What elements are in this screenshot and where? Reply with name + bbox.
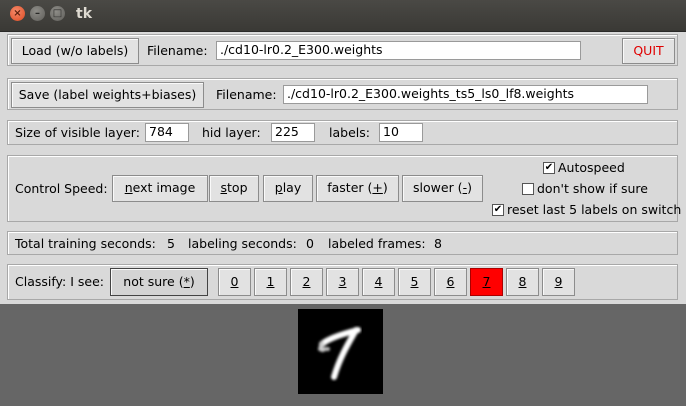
autospeed-label: Autospeed [558,160,625,175]
labeling-seconds-value: 0 [306,236,314,251]
slower-end: ) [467,180,472,195]
digit-label: 5 [410,274,419,289]
load-button[interactable]: Load (w/o labels) [11,38,139,64]
digit-label: 8 [518,274,527,289]
quit-button[interactable]: QUIT [622,38,675,64]
next-hotkey: n [124,180,133,195]
labels-input[interactable]: 10 [379,123,423,142]
not-sure-text: not sure ( [123,274,184,289]
digit-label: 9 [554,274,563,289]
labeling-seconds-label: labeling seconds: [188,236,297,251]
save-filename-input[interactable]: ./cd10-lr0.2_E300.weights_ts5_ls0_lf8.we… [283,85,648,104]
faster-hotkey: + [372,180,383,195]
autospeed-checkbox[interactable]: ✔ [543,162,555,174]
window-maximize-icon[interactable]: □ [50,6,65,21]
stats-frame: Total training seconds: 5 labeling secon… [7,231,678,255]
speed-frame: Control Speed: next image stop play fast… [7,155,682,222]
load-frame: Load (w/o labels) Filename: ./cd10-lr0.2… [7,34,678,66]
digit-label: 0 [230,274,239,289]
digit-button-8[interactable]: 8 [506,268,539,296]
dont-show-checkbox[interactable] [522,183,534,195]
window-title: tk [76,6,93,22]
load-filename-label: Filename: [147,43,208,58]
window-close-icon[interactable]: × [10,6,25,21]
hid-layer-label: hid layer: [202,125,261,140]
classify-frame: Classify: I see: not sure (*) 0 1 2 3 4 5 6 7 8 9 [7,264,678,300]
digit-button-1[interactable]: 1 [254,268,287,296]
reset-labels-label: reset last 5 labels on switch [507,202,682,217]
labels-label: labels: [329,125,370,140]
stop-text: top [227,180,248,195]
digit-button-0[interactable]: 0 [218,268,251,296]
digit-label: 1 [266,274,275,289]
play-hotkey: p [274,180,283,195]
digit-button-9[interactable]: 9 [542,268,575,296]
digit-label: 2 [302,274,311,289]
play-text: lay [282,180,302,195]
hid-layer-input[interactable]: 225 [271,123,315,142]
save-button[interactable]: Save (label weights+biases) [11,82,204,108]
digit-label: 3 [338,274,347,289]
classify-label: Classify: I see: [15,274,104,289]
digit-button-5[interactable]: 5 [398,268,431,296]
slower-text: slower ( [413,180,463,195]
dont-show-label: don't show if sure [537,181,648,196]
digit-button-3[interactable]: 3 [326,268,359,296]
faster-end: ) [382,180,388,195]
next-image-button[interactable]: next image [112,175,208,202]
window-minimize-icon[interactable]: – [30,6,45,21]
training-seconds-value: 5 [167,236,175,251]
load-filename-input[interactable]: ./cd10-lr0.2_E300.weights [216,41,581,60]
digit-image [298,309,383,394]
digit-button-6[interactable]: 6 [434,268,467,296]
layers-frame: Size of visible layer: 784 hid layer: 22… [7,120,678,145]
not-sure-end: ) [189,274,195,289]
digit-label: 7 [482,274,491,289]
labeled-frames-label: labeled frames: [328,236,426,251]
visible-layer-input[interactable]: 784 [145,123,189,142]
next-text: ext image [132,180,196,195]
training-seconds-label: Total training seconds: [15,236,156,251]
save-frame: Save (label weights+biases) Filename: ./… [7,78,678,110]
faster-button[interactable]: faster (+) [316,175,399,202]
digit-button-2[interactable]: 2 [290,268,323,296]
stop-button[interactable]: stop [209,175,259,202]
reset-labels-checkbox[interactable]: ✔ [492,204,504,216]
labeled-frames-value: 8 [434,236,442,251]
visible-layer-label: Size of visible layer: [15,125,140,140]
digit-button-4[interactable]: 4 [362,268,395,296]
faster-text: faster ( [327,180,373,195]
digit-button-7[interactable]: 7 [470,268,503,296]
play-button[interactable]: play [263,175,313,202]
save-filename-label: Filename: [216,87,277,102]
title-bar: × – □ tk [0,0,686,32]
digit-label: 4 [374,274,383,289]
control-speed-label: Control Speed: [15,181,108,196]
not-sure-button[interactable]: not sure (*) [110,268,208,296]
digit-label: 6 [446,274,455,289]
slower-button[interactable]: slower (-) [402,175,483,202]
